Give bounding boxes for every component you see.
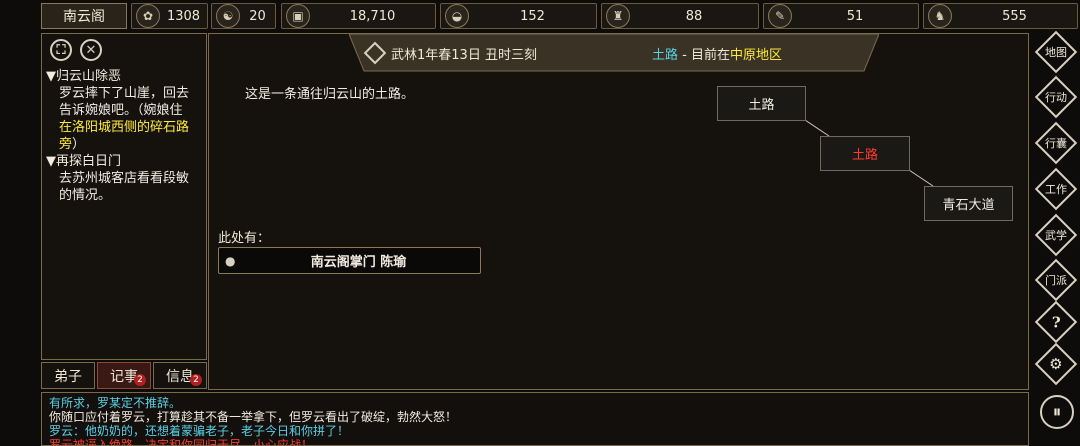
compass-icon xyxy=(363,41,387,65)
menu-label: 行动 xyxy=(1045,91,1067,104)
notification-badge: 2 xyxy=(134,374,146,386)
map-node-current[interactable]: 土路 xyxy=(820,136,910,171)
tab-disciples[interactable]: 弟子 xyxy=(41,362,95,389)
quest-panel: ⛶ ✕ ▼归云山除恶 罗云摔下了山崖，回去 告诉婉娘吧。（婉娘住 在洛阳城西侧的… xyxy=(41,33,207,360)
stat-value: 18,710 xyxy=(349,8,396,24)
help-button[interactable]: ? xyxy=(1034,300,1078,344)
copper-coin-icon: ▣ xyxy=(286,4,310,28)
log-line: 有所求，罗某定不推辞。 xyxy=(49,396,182,410)
person-icon: ● xyxy=(225,253,236,268)
stat-beast[interactable]: ♞ 555 xyxy=(923,3,1078,29)
quest-line: 告诉婉娘吧。（婉娘住 xyxy=(59,103,183,118)
location-line: 土路 - 目前在中原地区 xyxy=(652,44,782,63)
diamond-frame-icon: 工作 xyxy=(1034,167,1078,211)
map-node[interactable]: 青石大道 xyxy=(924,186,1013,221)
stat-value: 51 xyxy=(846,8,864,24)
tab-journal[interactable]: 记事 2 xyxy=(97,362,151,389)
menu-label: 武学 xyxy=(1045,229,1067,242)
stat-money[interactable]: ▣ 18,710 xyxy=(281,3,436,29)
action-menu-button[interactable]: 行动 xyxy=(1034,75,1078,119)
map-node-label: 土路 xyxy=(851,148,878,163)
stat-coins[interactable]: ✿ 1308 xyxy=(131,3,208,29)
gear-icon: ⚙ xyxy=(1034,342,1078,386)
scene-description: 这是一条通往归云山的土路。 xyxy=(245,87,415,102)
bottle-icon: ♜ xyxy=(606,4,630,28)
message-log[interactable]: 有所求，罗某定不推辞。 你随口应付着罗云，打算趁其不备一举拿下，但罗云看出了破绽… xyxy=(41,392,1029,446)
quest-line: ） xyxy=(72,137,86,152)
menu-label: 行囊 xyxy=(1045,137,1067,150)
martial-arts-menu-button[interactable]: 武学 xyxy=(1034,213,1078,257)
quest-location-highlight: 在洛阳城西侧的碎石路 xyxy=(59,120,190,135)
npc-name: 南云阁掌门 陈瑜 xyxy=(310,255,407,270)
stat-value: 152 xyxy=(520,8,545,24)
diamond-frame-icon: 行囊 xyxy=(1034,121,1078,165)
stat-value: 1308 xyxy=(166,8,201,24)
quest-line: 的情况。 xyxy=(59,188,112,203)
map-menu-button[interactable]: 地图 xyxy=(1034,30,1078,74)
present-label: 此处有： xyxy=(218,231,271,246)
quest-title[interactable]: ▼归云山除恶 xyxy=(46,68,204,85)
collapse-icon[interactable]: ⛶ xyxy=(50,39,72,61)
food-bowl-icon: ◒ xyxy=(445,4,469,28)
stat-value: 20 xyxy=(249,8,266,24)
map-node[interactable]: 土路 xyxy=(717,86,806,121)
menu-label: 门派 xyxy=(1045,274,1067,287)
quest-title[interactable]: ▼再探白日门 xyxy=(46,153,204,170)
diamond-frame-icon: 门派 xyxy=(1034,258,1078,302)
sect-name-button[interactable]: 南云阁 xyxy=(41,3,127,29)
quest-description: 罗云摔下了山崖，回去 告诉婉娘吧。（婉娘住 在洛阳城西侧的碎石路 旁） xyxy=(46,85,204,153)
work-menu-button[interactable]: 工作 xyxy=(1034,167,1078,211)
tab-label: 弟子 xyxy=(54,368,82,385)
beast-icon: ♞ xyxy=(928,4,952,28)
log-line: 你随口应付着罗云，打算趁其不备一举拿下，但罗云看出了破绽，勃然大怒！ xyxy=(49,410,458,424)
coin-bag-icon: ✿ xyxy=(136,4,160,28)
close-icon[interactable]: ✕ xyxy=(80,39,102,61)
stat-value: 555 xyxy=(1002,8,1027,24)
game-date: 武林1年春13日 丑时三刻 xyxy=(391,48,537,63)
map-node-label: 青石大道 xyxy=(942,198,995,213)
quest-list: ▼归云山除恶 罗云摔下了山崖，回去 告诉婉娘吧。（婉娘住 在洛阳城西侧的碎石路 … xyxy=(46,68,204,204)
diamond-frame-icon: 地图 xyxy=(1034,30,1078,74)
log-line: 罗云：他奶奶的，还想着蒙骗老子，老子今日和你拼了！ xyxy=(49,424,350,438)
quest-location-highlight: 旁 xyxy=(59,137,73,152)
menu-label: ? xyxy=(1051,312,1061,331)
pause-button[interactable]: ⏸ xyxy=(1040,395,1074,429)
inventory-menu-button[interactable]: 行囊 xyxy=(1034,121,1078,165)
taiji-icon: ☯ xyxy=(216,4,240,28)
menu-label: 工作 xyxy=(1045,183,1067,196)
region-name: 中原地区 xyxy=(729,48,782,63)
map-node-label: 土路 xyxy=(748,98,775,113)
menu-label: ⚙ xyxy=(1049,354,1063,373)
quest-description: 去苏州城客店看看段敏 的情况。 xyxy=(46,170,204,204)
main-panel: 武林1年春13日 丑时三刻 土路 - 目前在中原地区 这是一条通往归云山的土路。… xyxy=(208,33,1029,390)
tab-messages[interactable]: 信息 2 xyxy=(153,362,207,389)
scroll-icon: ✎ xyxy=(768,4,792,28)
stat-bottle[interactable]: ♜ 88 xyxy=(601,3,759,29)
diamond-frame-icon: 武学 xyxy=(1034,213,1078,257)
notification-badge: 2 xyxy=(190,374,202,386)
stat-taiji[interactable]: ☯ 20 xyxy=(211,3,276,29)
sect-menu-button[interactable]: 门派 xyxy=(1034,258,1078,302)
location-name: 土路 xyxy=(652,48,679,63)
log-line: 罗云被逼入绝路，决定和你同归于尽，小心应战！ xyxy=(49,438,314,446)
location-separator: - 目前在 xyxy=(678,48,730,63)
stat-scroll[interactable]: ✎ 51 xyxy=(763,3,919,29)
menu-label: 地图 xyxy=(1045,46,1067,59)
help-icon: ? xyxy=(1034,300,1078,344)
quest-line: 去苏州城客店看看段敏 xyxy=(59,171,190,186)
quest-line: 罗云摔下了山崖，回去 xyxy=(59,86,190,101)
stat-food[interactable]: ◒ 152 xyxy=(440,3,597,29)
settings-button[interactable]: ⚙ xyxy=(1034,342,1078,386)
stat-value: 88 xyxy=(685,8,703,24)
pause-icon: ⏸ xyxy=(1052,402,1062,422)
npc-button[interactable]: ● 南云阁掌门 陈瑜 xyxy=(218,247,481,274)
diamond-frame-icon: 行动 xyxy=(1034,75,1078,119)
